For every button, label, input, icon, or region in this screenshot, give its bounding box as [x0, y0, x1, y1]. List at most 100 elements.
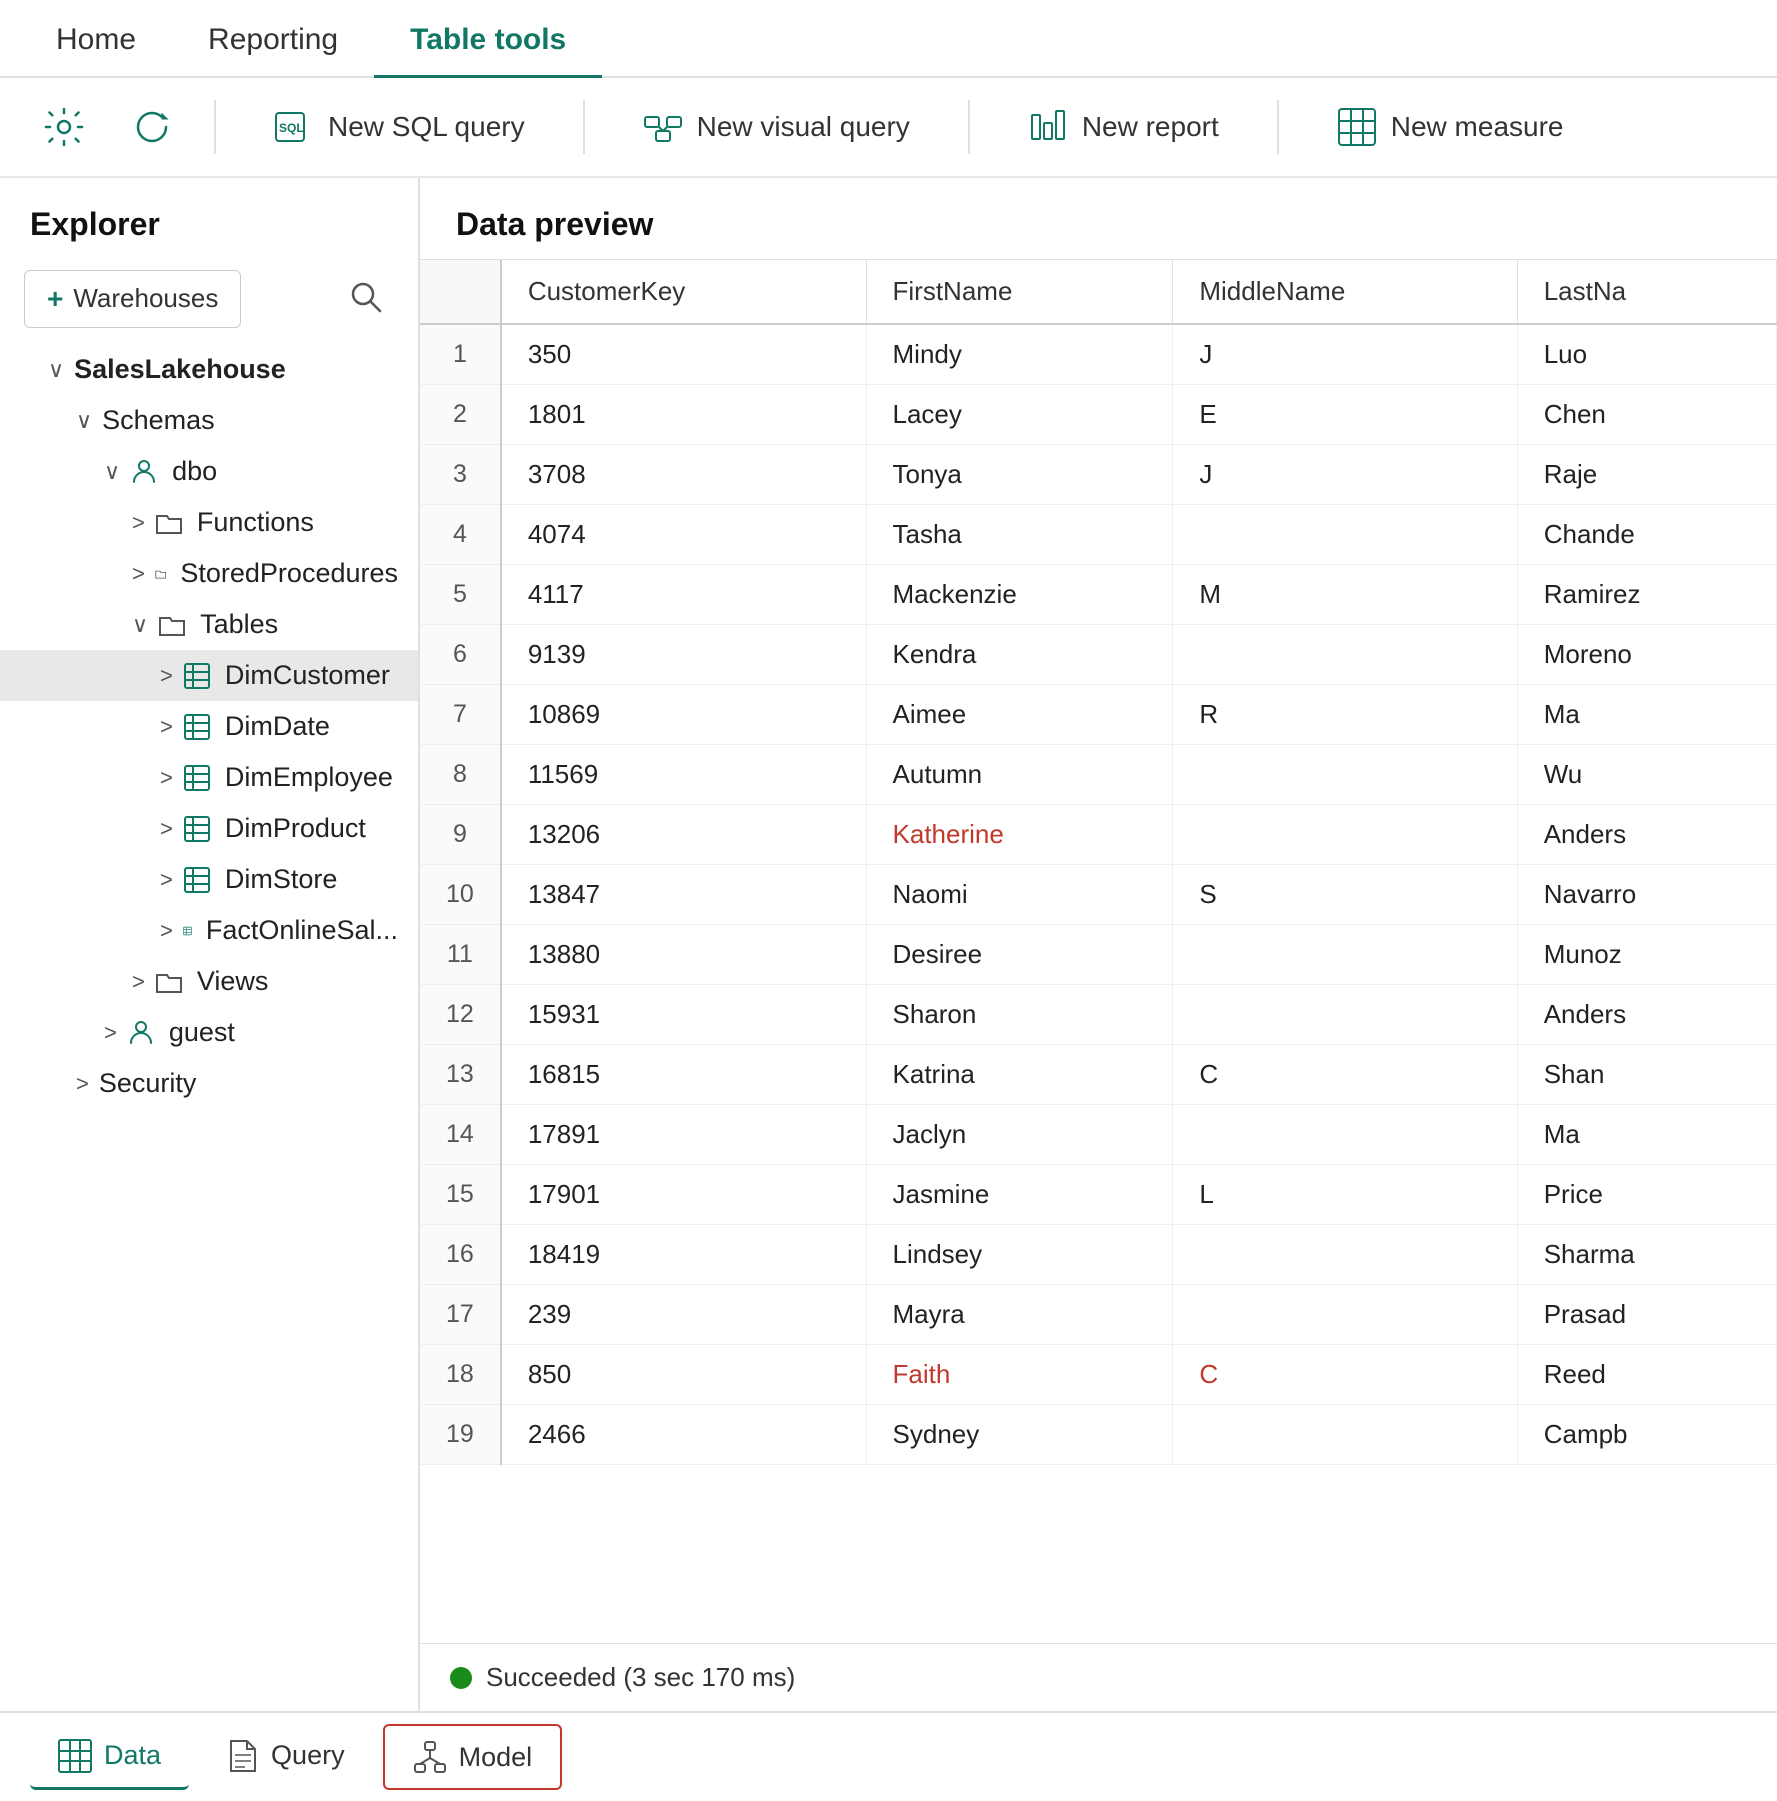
table-row: 1316815KatrinaCShan: [420, 1045, 1777, 1105]
cell-lastname: Shan: [1517, 1045, 1776, 1105]
table-icon: [183, 713, 211, 741]
chevron-icon: >: [160, 663, 173, 689]
cell-customerkey: 1801: [501, 385, 866, 445]
bottom-tabs: Data Query Model: [0, 1711, 1777, 1801]
cell-customerkey: 17891: [501, 1105, 866, 1165]
cell-lastname: Moreno: [1517, 625, 1776, 685]
cell-customerkey: 17901: [501, 1165, 866, 1225]
table-row: 192466SydneyCampb: [420, 1405, 1777, 1465]
plus-icon: +: [47, 283, 63, 315]
cell-firstname: Lacey: [866, 385, 1173, 445]
cell-lastname: Munoz: [1517, 925, 1776, 985]
cell-middlename: [1173, 805, 1517, 865]
cell-lastname: Prasad: [1517, 1285, 1776, 1345]
sql-icon: SQL: [274, 107, 314, 147]
cell-middlename: M: [1173, 565, 1517, 625]
cell-lastname: Ma: [1517, 685, 1776, 745]
cell-customerkey: 15931: [501, 985, 866, 1045]
tree-item-factonlinesal[interactable]: > FactOnlineSal...: [0, 905, 418, 956]
col-middlename: MiddleName: [1173, 260, 1517, 324]
bottom-tab-query[interactable]: Query: [199, 1725, 373, 1790]
chevron-icon: >: [132, 561, 145, 587]
svg-text:SQL: SQL: [279, 121, 304, 135]
tree-label: DimCustomer: [225, 660, 390, 691]
cell-firstname: Autumn: [866, 745, 1173, 805]
tree-item-dbo[interactable]: ∨ dbo: [0, 446, 418, 497]
cell-lastname: Chande: [1517, 505, 1776, 565]
new-visual-query-button[interactable]: New visual query: [613, 93, 940, 161]
explorer-title: Explorer: [0, 178, 418, 259]
tree-item-dimproduct[interactable]: > DimProduct: [0, 803, 418, 854]
main-layout: Explorer + Warehouses ∨ SalesLakehouse: [0, 178, 1777, 1711]
bottom-tab-data[interactable]: Data: [30, 1725, 189, 1790]
tab-home[interactable]: Home: [20, 5, 172, 78]
row-number: 15: [420, 1165, 501, 1225]
row-number: 16: [420, 1225, 501, 1285]
add-warehouses-button[interactable]: + Warehouses: [24, 270, 241, 328]
table-row: 18850FaithCReed: [420, 1345, 1777, 1405]
tab-bar: Home Reporting Table tools: [0, 0, 1777, 78]
chevron-icon: >: [132, 969, 145, 995]
tree-item-dimstore[interactable]: > DimStore: [0, 854, 418, 905]
query-doc-icon: [227, 1739, 259, 1773]
chevron-icon: >: [160, 816, 173, 842]
tree-item-guest[interactable]: > guest: [0, 1007, 418, 1058]
row-number: 9: [420, 805, 501, 865]
row-number: 18: [420, 1345, 501, 1405]
cell-middlename: [1173, 745, 1517, 805]
tree-item-storedprocedures[interactable]: > StoredProcedures: [0, 548, 418, 599]
tree-item-dimemployee[interactable]: > DimEmployee: [0, 752, 418, 803]
row-number: 13: [420, 1045, 501, 1105]
data-table: CustomerKey FirstName MiddleName LastNa …: [420, 260, 1777, 1465]
cell-middlename: [1173, 1105, 1517, 1165]
new-sql-query-button[interactable]: SQL New SQL query: [244, 93, 555, 161]
row-number: 6: [420, 625, 501, 685]
tree-item-tables[interactable]: ∨ Tables: [0, 599, 418, 650]
chevron-icon: >: [160, 918, 173, 944]
row-number: 2: [420, 385, 501, 445]
cell-middlename: S: [1173, 865, 1517, 925]
tree-label: Views: [197, 966, 269, 997]
cell-customerkey: 4074: [501, 505, 866, 565]
bottom-tab-model[interactable]: Model: [383, 1724, 563, 1790]
folder-icon: [155, 510, 183, 536]
tree-item-security[interactable]: > Security: [0, 1058, 418, 1109]
table-row: 17239MayraPrasad: [420, 1285, 1777, 1345]
cell-firstname: Kendra: [866, 625, 1173, 685]
bottom-tab-model-label: Model: [459, 1742, 533, 1773]
tree-label: FactOnlineSal...: [206, 915, 398, 946]
cell-middlename: [1173, 1405, 1517, 1465]
row-number: 3: [420, 445, 501, 505]
tree-item-dimdate[interactable]: > DimDate: [0, 701, 418, 752]
cell-middlename: [1173, 505, 1517, 565]
tree-item-views[interactable]: > Views: [0, 956, 418, 1007]
cell-customerkey: 13880: [501, 925, 866, 985]
explorer-search-button[interactable]: [338, 269, 394, 328]
cell-middlename: [1173, 925, 1517, 985]
tree-item-dimcustomer[interactable]: > DimCustomer: [0, 650, 418, 701]
new-report-button[interactable]: New report: [998, 93, 1249, 161]
col-row-num: [420, 260, 501, 324]
tab-reporting[interactable]: Reporting: [172, 5, 374, 78]
tree-label: DimEmployee: [225, 762, 393, 793]
status-bar: Succeeded (3 sec 170 ms): [420, 1643, 1777, 1711]
tree-item-saleslakehouse[interactable]: ∨ SalesLakehouse: [0, 344, 418, 395]
refresh-button[interactable]: [118, 93, 186, 161]
settings-button[interactable]: [30, 93, 98, 161]
tree-item-functions[interactable]: > Functions: [0, 497, 418, 548]
cell-lastname: Reed: [1517, 1345, 1776, 1405]
cell-middlename: L: [1173, 1165, 1517, 1225]
cell-customerkey: 850: [501, 1345, 866, 1405]
folder-icon: [155, 561, 167, 587]
table-row: 1350MindyJLuo: [420, 324, 1777, 385]
tree-label: Schemas: [102, 405, 215, 436]
visual-query-icon: [643, 107, 683, 147]
tree-item-schemas[interactable]: ∨ Schemas: [0, 395, 418, 446]
row-number: 1: [420, 324, 501, 385]
folder-icon: [158, 612, 186, 638]
table-row: 54117MackenzieMRamirez: [420, 565, 1777, 625]
new-measure-button[interactable]: New measure: [1307, 93, 1594, 161]
data-table-wrapper[interactable]: CustomerKey FirstName MiddleName LastNa …: [420, 259, 1777, 1643]
tab-table-tools[interactable]: Table tools: [374, 5, 602, 78]
cell-lastname: Wu: [1517, 745, 1776, 805]
